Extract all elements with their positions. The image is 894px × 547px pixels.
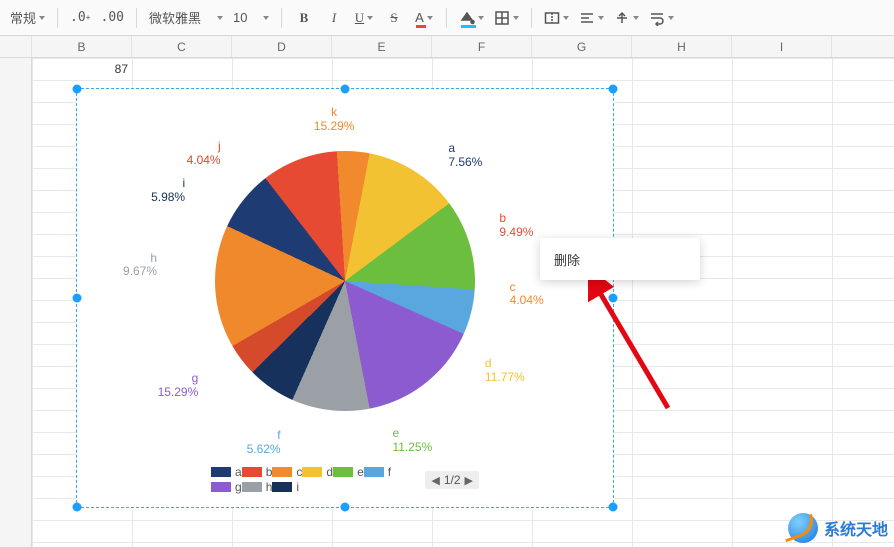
number-format-dropdown[interactable]: 常规 bbox=[6, 5, 49, 31]
brand-badge: 系统天地 bbox=[788, 513, 888, 543]
legend-swatch bbox=[242, 467, 262, 477]
legend-item[interactable]: i bbox=[272, 480, 299, 494]
resize-handle-s[interactable] bbox=[341, 503, 350, 512]
pie-slice-label: d11.77% bbox=[485, 357, 525, 385]
column-header[interactable]: G bbox=[532, 36, 632, 57]
legend-label: e bbox=[357, 465, 364, 479]
legend-item[interactable]: f bbox=[364, 465, 391, 479]
vertical-align-button[interactable] bbox=[610, 5, 643, 31]
legend-label: d bbox=[326, 465, 333, 479]
legend-item[interactable]: b bbox=[242, 465, 273, 479]
spreadsheet-grid[interactable]: 87 a7.56%b9.49%c4.04%d11.77%e11.25%f5.62… bbox=[0, 58, 894, 547]
pie-slice-label: f5.62% bbox=[247, 429, 281, 457]
resize-handle-w[interactable] bbox=[73, 294, 82, 303]
column-header[interactable]: H bbox=[632, 36, 732, 57]
font-size-dropdown[interactable]: 10 bbox=[229, 5, 273, 31]
underline-button[interactable]: U bbox=[350, 5, 378, 31]
legend-pager: ◀ 1/2 ▶ bbox=[425, 471, 479, 489]
legend-swatch bbox=[211, 482, 231, 492]
font-name-dropdown[interactable]: 微软雅黑 bbox=[145, 5, 227, 31]
legend-item[interactable]: g bbox=[211, 480, 242, 494]
pie-plot-area bbox=[215, 151, 475, 411]
legend-item[interactable]: c bbox=[272, 465, 302, 479]
context-menu-delete[interactable]: 删除 bbox=[540, 244, 700, 274]
pie-slice-label: g15.29% bbox=[158, 372, 199, 400]
pie-slice-label: b9.49% bbox=[499, 212, 533, 240]
legend-swatch bbox=[364, 467, 384, 477]
legend-label: i bbox=[296, 480, 299, 494]
resize-handle-ne[interactable] bbox=[609, 85, 618, 94]
select-all-corner[interactable] bbox=[0, 36, 32, 57]
merge-cells-button[interactable] bbox=[540, 5, 573, 31]
fill-color-button[interactable] bbox=[455, 5, 488, 31]
chart-legend: a bc d e f g h i ◀ 1/2 ▶ bbox=[211, 465, 479, 495]
strikethrough-button[interactable]: S bbox=[380, 5, 408, 31]
column-header[interactable]: D bbox=[232, 36, 332, 57]
brand-text: 系统天地 bbox=[824, 516, 888, 540]
column-header[interactable]: F bbox=[432, 36, 532, 57]
legend-item[interactable]: e bbox=[333, 465, 364, 479]
legend-label: a bbox=[235, 465, 242, 479]
legend-label: h bbox=[266, 480, 273, 494]
font-name-label: 微软雅黑 bbox=[149, 8, 201, 27]
pie-chart-object[interactable]: a7.56%b9.49%c4.04%d11.77%e11.25%f5.62%g1… bbox=[76, 88, 614, 508]
resize-handle-se[interactable] bbox=[609, 503, 618, 512]
context-menu-delete-label: 删除 bbox=[554, 250, 580, 269]
column-header[interactable]: B bbox=[32, 36, 132, 57]
column-header[interactable]: I bbox=[732, 36, 832, 57]
legend-page-indicator: 1/2 bbox=[444, 473, 461, 487]
pie-slice-label: i5.98% bbox=[151, 177, 185, 205]
column-header-row: B C D E F G H I bbox=[0, 36, 894, 58]
column-header[interactable]: E bbox=[332, 36, 432, 57]
italic-button[interactable]: I bbox=[320, 5, 348, 31]
borders-button[interactable] bbox=[490, 5, 523, 31]
legend-item[interactable]: h bbox=[242, 480, 273, 494]
decrease-decimal-button[interactable]: .00 bbox=[97, 5, 128, 31]
legend-item[interactable]: a bbox=[211, 465, 242, 479]
legend-swatch bbox=[272, 467, 292, 477]
cell-b1[interactable]: 87 bbox=[33, 58, 132, 80]
legend-label: b bbox=[266, 465, 273, 479]
pie-slice-label: h9.67% bbox=[123, 252, 157, 280]
column-header[interactable]: C bbox=[132, 36, 232, 57]
number-format-label: 常规 bbox=[10, 8, 36, 27]
text-wrap-button[interactable] bbox=[645, 5, 678, 31]
resize-handle-sw[interactable] bbox=[73, 503, 82, 512]
legend-swatch bbox=[242, 482, 262, 492]
toolbar: 常规 .0+ .00 微软雅黑 10 B I U S A bbox=[0, 0, 894, 36]
resize-handle-n[interactable] bbox=[341, 85, 350, 94]
pie-slice-label: e11.25% bbox=[392, 427, 432, 455]
font-color-button[interactable]: A bbox=[410, 5, 438, 31]
annotation-arrow-icon bbox=[588, 278, 688, 418]
font-size-label: 10 bbox=[233, 10, 247, 25]
legend-swatch bbox=[211, 467, 231, 477]
legend-item[interactable]: d bbox=[302, 465, 333, 479]
context-menu: 删除 bbox=[540, 238, 700, 280]
legend-swatch bbox=[333, 467, 353, 477]
brand-globe-icon bbox=[788, 513, 818, 543]
legend-swatch bbox=[272, 482, 292, 492]
row-header-gutter[interactable] bbox=[0, 58, 32, 547]
legend-next-button[interactable]: ▶ bbox=[465, 474, 473, 487]
increase-decimal-button[interactable]: .0+ bbox=[66, 5, 94, 31]
legend-label: f bbox=[388, 465, 391, 479]
legend-label: g bbox=[235, 480, 242, 494]
resize-handle-nw[interactable] bbox=[73, 85, 82, 94]
legend-prev-button[interactable]: ◀ bbox=[431, 474, 439, 487]
bold-button[interactable]: B bbox=[290, 5, 318, 31]
horizontal-align-button[interactable] bbox=[575, 5, 608, 31]
legend-swatch bbox=[302, 467, 322, 477]
pie-slice-label: k15.29% bbox=[314, 106, 355, 134]
pie-chart bbox=[215, 151, 475, 411]
pie-slice-label: c4.04% bbox=[510, 281, 544, 309]
